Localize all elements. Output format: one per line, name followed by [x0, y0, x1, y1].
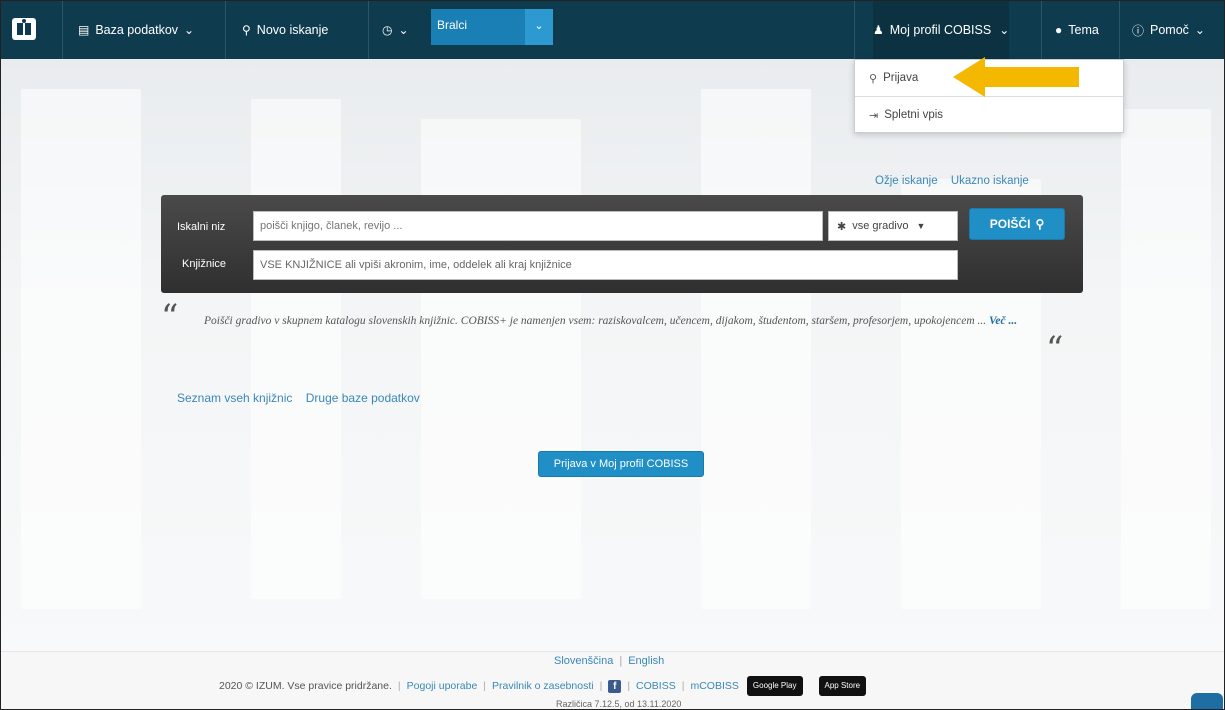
- key-icon: ⚲: [869, 72, 878, 85]
- command-search-link[interactable]: Ukazno iskanje: [951, 175, 1029, 187]
- lang-english-link[interactable]: English: [628, 655, 664, 667]
- help-menu[interactable]: ⓘ Pomoč ⌄: [1132, 1, 1205, 59]
- narrow-search-link[interactable]: Ožje iskanje: [875, 175, 938, 187]
- my-profile-menu[interactable]: ♟ Moj profil COBISS ⌄: [873, 1, 1010, 59]
- database-menu[interactable]: ▤ Baza podatkov ⌄: [78, 1, 194, 59]
- search-mode-links: Ožje iskanje Ukazno iskanje: [875, 175, 1039, 187]
- new-search-label: Novo iskanje: [256, 23, 329, 37]
- facebook-icon[interactable]: f: [608, 679, 622, 693]
- terms-link[interactable]: Pogoji uporabe: [407, 680, 478, 692]
- database-icon: ▤: [78, 23, 90, 37]
- chevron-down-icon: ⌄: [184, 23, 195, 37]
- bookshelf-background: [1, 59, 1224, 659]
- other-databases-link[interactable]: Druge baze podatkov: [306, 391, 420, 405]
- library-label: Knjižnice: [182, 258, 227, 270]
- theme-toggle[interactable]: ● Tema: [1055, 1, 1099, 59]
- chevron-down-icon: ⌄: [398, 23, 409, 37]
- language-switcher: Slovenščina | English: [554, 655, 665, 667]
- clock-icon: ◷: [382, 23, 393, 37]
- all-libraries-link[interactable]: Seznam vseh knjižnic: [177, 391, 292, 405]
- search-input[interactable]: [253, 211, 823, 241]
- version-text: Različica 7.12.5, od 13.11.2020: [556, 699, 682, 709]
- library-group-select[interactable]: Bralci ⌄: [431, 9, 553, 45]
- search-icon: ⚲: [1035, 217, 1045, 231]
- intro-paragraph: Poišči gradivo v skupnem katalogu sloven…: [204, 315, 987, 327]
- search-submit-label: POIŠČI: [989, 217, 1031, 231]
- library-input[interactable]: VSE KNJIŽNICE ali vpiši akronim, ime, od…: [253, 250, 958, 280]
- top-navbar: ▤ Baza podatkov ⌄ ⚲ Novo iskanje ◷ ⌄ Bra…: [1, 1, 1224, 59]
- mcobiss-link[interactable]: mCOBISS: [690, 680, 738, 692]
- user-icon: ♟: [873, 23, 884, 37]
- query-label: Iskalni niz: [177, 221, 226, 233]
- quote-open-icon: “: [161, 297, 179, 337]
- intro-text: Poišči gradivo v skupnem katalogu sloven…: [204, 311, 1034, 331]
- asterisk-icon: ✱: [837, 220, 847, 233]
- my-profile-label: Moj profil COBISS: [889, 23, 992, 37]
- page-frame: ▤ Baza podatkov ⌄ ⚲ Novo iskanje ◷ ⌄ Bra…: [0, 0, 1225, 710]
- lang-slovenian-link[interactable]: Slovenščina: [554, 655, 613, 667]
- annotation-arrow-icon: [953, 57, 1079, 97]
- login-my-profile-button[interactable]: Prijava v Moj profil COBISS: [538, 451, 704, 477]
- read-more-link[interactable]: Več ...: [989, 315, 1017, 327]
- new-search-link[interactable]: ⚲ Novo iskanje: [242, 1, 328, 59]
- online-registration-label: Spletni vpis: [884, 109, 944, 121]
- help-label: Pomoč: [1150, 23, 1189, 37]
- material-type-select[interactable]: ✱ vse gradivo ▼: [828, 211, 958, 241]
- privacy-link[interactable]: Pravilnik o zasebnosti: [492, 680, 594, 692]
- online-registration-menu-item[interactable]: ⇥ Spletni vpis: [855, 97, 1123, 133]
- library-group-value: Bralci: [437, 18, 468, 32]
- chat-widget-icon[interactable]: [1191, 693, 1223, 709]
- search-submit-button[interactable]: POIŠČI ⚲: [969, 208, 1065, 240]
- chevron-down-icon[interactable]: ⌄: [525, 9, 553, 45]
- caret-down-icon: ▼: [916, 221, 926, 231]
- footer-row: 2020 © IZUM. Vse pravice pridržane. | Po…: [219, 676, 867, 696]
- help-icon: ⓘ: [1132, 23, 1145, 38]
- app-store-badge[interactable]: App Store: [818, 676, 867, 696]
- quote-close-icon: “: [1046, 329, 1064, 369]
- copyright-text: 2020 © IZUM. Vse pravice pridržane.: [219, 680, 392, 692]
- search-icon: ⚲: [242, 23, 251, 37]
- sign-in-icon: ⇥: [869, 109, 879, 122]
- cobiss-logo-icon[interactable]: [11, 16, 37, 42]
- google-play-badge[interactable]: Google Play: [746, 676, 803, 696]
- chevron-down-icon: ⌄: [999, 23, 1010, 37]
- database-menu-label: Baza podatkov: [95, 23, 179, 37]
- cobiss-link[interactable]: COBISS: [636, 680, 676, 692]
- material-type-value: vse gradivo: [852, 220, 909, 232]
- login-menu-label: Prijava: [883, 72, 919, 84]
- theme-label: Tema: [1068, 23, 1099, 37]
- history-menu[interactable]: ◷ ⌄: [382, 1, 409, 59]
- secondary-links: Seznam vseh knjižnic Druge baze podatkov: [177, 391, 430, 405]
- eye-icon: ●: [1055, 23, 1063, 37]
- chevron-down-icon: ⌄: [1194, 23, 1205, 37]
